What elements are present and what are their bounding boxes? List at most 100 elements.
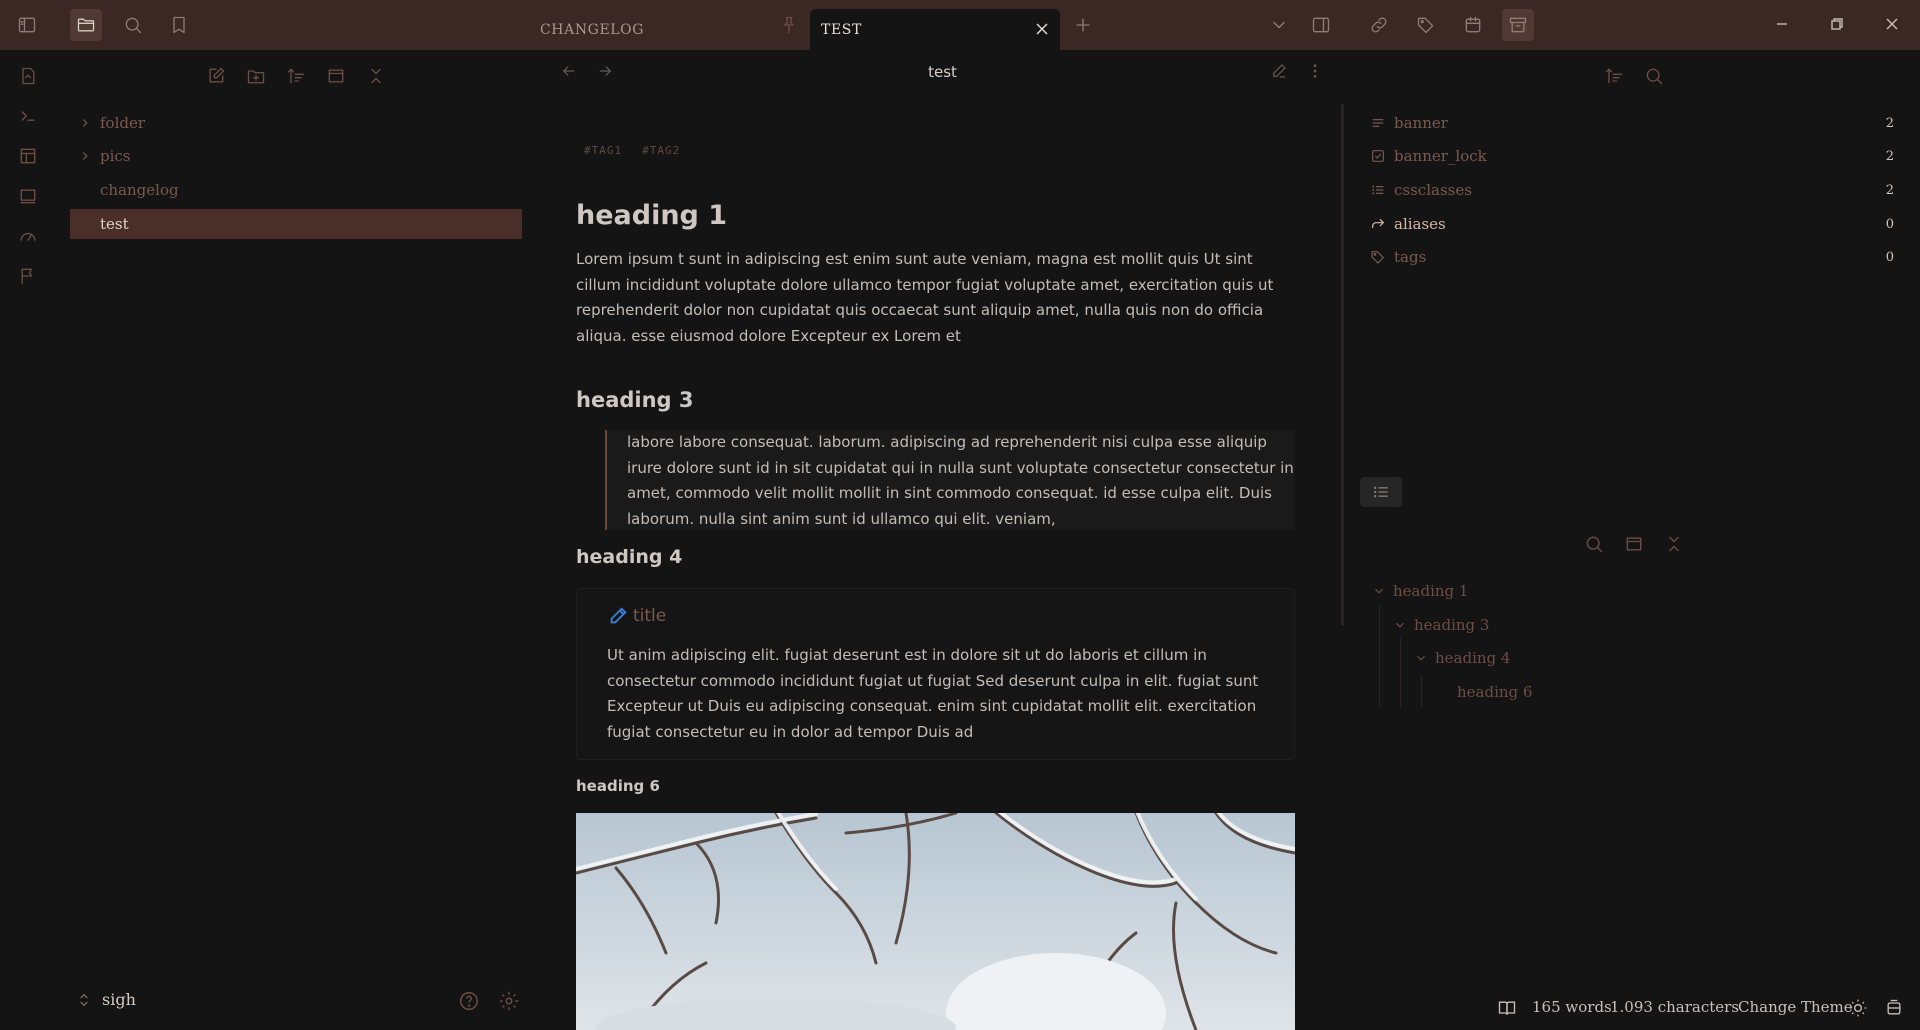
slides-icon[interactable] [14, 182, 42, 210]
heading-1: heading 1 [576, 200, 728, 231]
search-icon[interactable] [117, 9, 149, 41]
vault-switcher[interactable]: sigh [76, 990, 136, 1009]
editor-scrollbar[interactable] [1341, 104, 1344, 626]
pin-icon[interactable] [773, 9, 805, 41]
checkbox-icon [1372, 150, 1384, 162]
close-icon[interactable] [1032, 19, 1052, 39]
new-folder-icon[interactable] [242, 62, 270, 90]
heading-6: heading 6 [576, 777, 660, 795]
property-aliases[interactable]: aliases 0 [1370, 209, 1900, 239]
sidebar-toggle-icon[interactable] [11, 9, 43, 41]
open-file-icon[interactable] [14, 62, 42, 90]
property-tags[interactable]: tags 0 [1370, 242, 1900, 272]
terminal-icon[interactable] [14, 102, 42, 130]
tags-icon[interactable] [1410, 9, 1442, 41]
change-theme-button[interactable]: Change Theme [1738, 998, 1853, 1016]
tab-test[interactable]: TEST [810, 9, 1060, 50]
search-icon[interactable] [1640, 62, 1668, 90]
folder-label: pics [100, 147, 131, 165]
blockquote: labore labore consequat. laborum. adipis… [605, 430, 1295, 530]
minimize-icon[interactable] [1770, 12, 1794, 36]
auto-reveal-icon[interactable] [322, 62, 350, 90]
outline-label: heading 3 [1414, 616, 1490, 634]
auto-expand-icon[interactable] [1620, 530, 1648, 558]
list-icon [1372, 185, 1384, 195]
link-icon[interactable] [1363, 9, 1395, 41]
right-sidebar-toggle-icon[interactable] [1305, 9, 1337, 41]
tab-changelog[interactable]: CHANGELOG [540, 9, 790, 50]
sort-icon[interactable] [282, 62, 310, 90]
folder-item-folder[interactable]: folder [70, 108, 522, 138]
chevron-down-icon [1375, 588, 1383, 594]
note-title[interactable]: test [880, 63, 1005, 81]
property-banner[interactable]: banner 2 [1370, 108, 1900, 138]
word-count: 165 words [1532, 998, 1612, 1016]
paragraph: Lorem ipsum t sunt in adipiscing est eni… [576, 250, 1274, 345]
property-banner-lock[interactable]: banner_lock 2 [1370, 141, 1900, 171]
folder-item-pics[interactable]: pics [70, 141, 522, 171]
property-name: cssclasses [1394, 181, 1472, 199]
file-item-test[interactable]: test [70, 209, 522, 239]
tab-label: TEST [821, 21, 862, 38]
property-count: 2 [1885, 148, 1894, 164]
chevron-updown-icon [80, 993, 88, 1006]
property-count: 0 [1885, 249, 1894, 265]
new-tab-icon[interactable] [1067, 9, 1099, 41]
sun-icon[interactable] [1848, 998, 1870, 1020]
outline-label: heading 1 [1393, 582, 1469, 600]
help-icon[interactable] [458, 990, 482, 1014]
edit-mode-icon[interactable] [1270, 62, 1294, 86]
text-icon [1372, 119, 1384, 127]
collapse-all-icon[interactable] [362, 62, 390, 90]
outline-guide-line [1379, 605, 1380, 707]
property-name: tags [1394, 248, 1427, 266]
outline-toggle-button[interactable] [1360, 477, 1402, 507]
outline-item-heading-1[interactable]: heading 1 [1372, 576, 1468, 606]
callout: title Ut anim adipiscing elit. fugiat de… [576, 588, 1295, 760]
files-folder-icon[interactable] [70, 9, 102, 41]
new-note-icon[interactable] [202, 62, 230, 90]
more-options-icon[interactable] [1306, 62, 1330, 86]
forward-icon [1372, 218, 1385, 228]
quote-text: labore labore consequat. laborum. adipis… [627, 433, 1294, 528]
character-count: 1.093 characters [1610, 998, 1740, 1016]
reading-mode-book-icon[interactable] [1497, 998, 1519, 1020]
outline-label: heading 6 [1457, 683, 1533, 701]
callout-body: Ut anim adipiscing elit. fugiat deserunt… [607, 646, 1259, 741]
property-name: aliases [1394, 215, 1446, 233]
calendar-icon[interactable] [1457, 9, 1489, 41]
archive-icon[interactable] [1502, 9, 1534, 41]
flag-icon[interactable] [14, 262, 42, 290]
tag[interactable]: #TAG2 [642, 144, 680, 157]
file-item-changelog[interactable]: changelog [70, 175, 522, 205]
sync-status-icon[interactable] [1884, 998, 1906, 1020]
property-cssclasses[interactable]: cssclasses 2 [1370, 175, 1900, 205]
vault-name: sigh [102, 990, 136, 1009]
outline-item-heading-6[interactable]: heading 6 [1457, 677, 1532, 707]
window-close-icon[interactable] [1880, 12, 1904, 36]
tab-label: CHANGELOG [540, 21, 645, 38]
list-icon [1374, 486, 1388, 498]
tags-icon [1371, 251, 1385, 264]
tag[interactable]: #TAG1 [584, 144, 622, 157]
gauge-icon[interactable] [14, 222, 42, 250]
chevron-down-icon [1396, 622, 1404, 628]
outline-item-heading-3[interactable]: heading 3 [1393, 610, 1489, 640]
chevron-right-icon [70, 149, 100, 163]
settings-gear-icon[interactable] [498, 990, 522, 1014]
image-drawing [576, 813, 1295, 1030]
search-icon[interactable] [1580, 530, 1608, 558]
collapse-all-icon[interactable] [1660, 530, 1688, 558]
restore-icon[interactable] [1825, 12, 1849, 36]
forward-arrow-icon[interactable] [596, 62, 620, 86]
chevron-down-icon[interactable] [1263, 9, 1295, 41]
folder-label: folder [100, 114, 146, 132]
back-arrow-icon[interactable] [560, 62, 584, 86]
outline-item-heading-4[interactable]: heading 4 [1414, 643, 1510, 673]
callout-title-text: title [633, 606, 667, 626]
layout-icon[interactable] [14, 142, 42, 170]
heading-4: heading 4 [576, 546, 683, 568]
bookmark-icon[interactable] [163, 9, 195, 41]
sort-icon[interactable] [1600, 62, 1628, 90]
property-count: 0 [1885, 216, 1894, 232]
